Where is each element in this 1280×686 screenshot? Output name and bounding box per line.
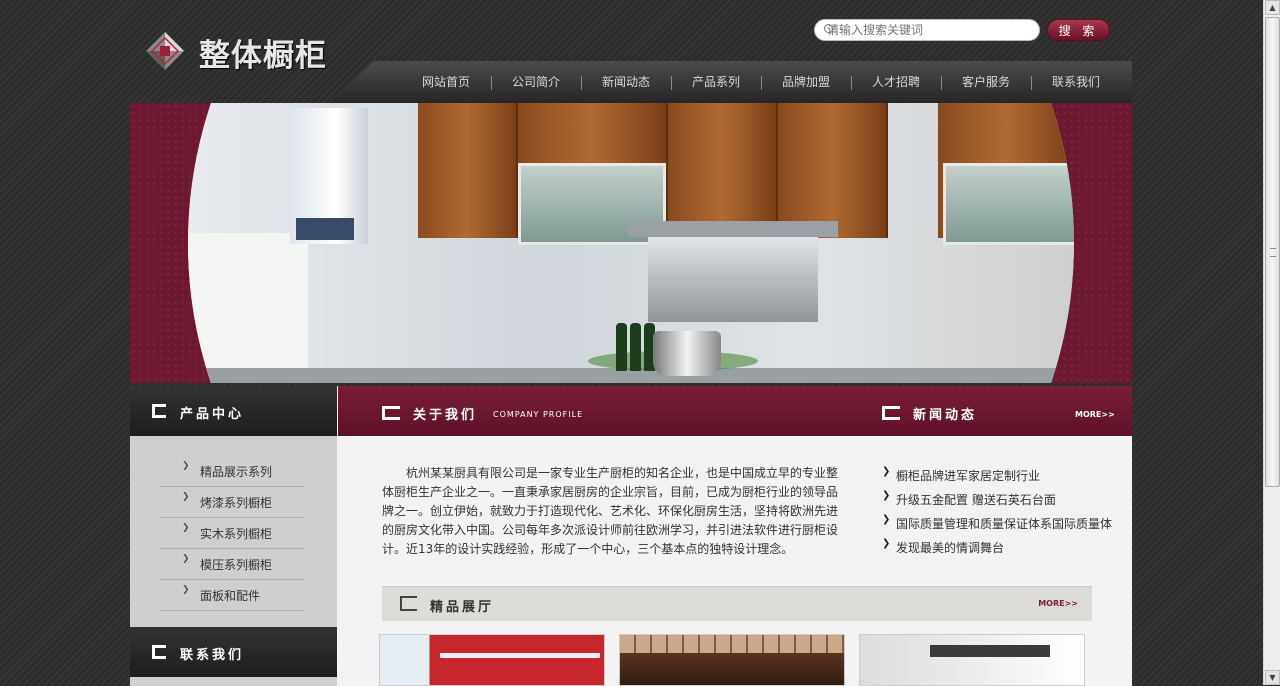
news-item[interactable]: ❯ 升级五金配置 赠送石英石台面 (882, 488, 1122, 512)
chevron-right-icon: ❯ (882, 466, 891, 477)
showroom-title: 精品展厅 (430, 600, 495, 615)
search-input[interactable] (827, 21, 1027, 39)
logo-text: 整体橱柜 (199, 38, 327, 74)
main-navigation: 网站首页 公司简介 新闻动态 产品系列 品牌加盟 人才招聘 客户服务 联系我们 (330, 61, 1132, 103)
hero-banner (130, 103, 1132, 383)
category-label: 精品展示系列 (200, 465, 273, 479)
left-sidebar: 产品中心 ❯ 精品展示系列 ❯ 烤漆系列橱柜 ❯ 实木系列橱柜 ❯ 模压系列橱柜… (130, 386, 337, 686)
chevron-right-icon: ❯ (182, 461, 190, 471)
chevron-right-icon: ❯ (182, 554, 190, 564)
page-wrapper: 整体橱柜 搜 索 网站首页 公司简介 新闻动态 产品系列 品牌加盟 人才招聘 客… (130, 0, 1132, 686)
nav-item-products[interactable]: 产品系列 (671, 61, 761, 103)
news-item[interactable]: ❯ 国际质量管理和质量保证体系国际质量体 (882, 512, 1122, 536)
nav-item-contact[interactable]: 联系我们 (1031, 61, 1121, 103)
search-box (814, 19, 1040, 41)
contact-icon (152, 645, 166, 659)
category-item[interactable]: ❯ 精品展示系列 (160, 456, 305, 487)
main-content: 关于我们 COMPANY PROFILE 新闻动态 MORE>> 杭州某某厨具有… (337, 386, 1132, 686)
news-list: ❯ 橱柜品牌进军家居定制行业 ❯ 升级五金配置 赠送石英石台面 ❯ 国际质量管理… (882, 464, 1122, 560)
news-item[interactable]: ❯ 发现最美的情调舞台 (882, 536, 1122, 560)
scrollbar-thumb[interactable] (1265, 17, 1280, 487)
products-icon (152, 404, 166, 418)
nav-item-service[interactable]: 客户服务 (941, 61, 1031, 103)
news-more-link[interactable]: MORE>> (1075, 410, 1115, 419)
about-title: 关于我们 (413, 408, 478, 423)
about-subtitle: COMPANY PROFILE (493, 410, 584, 419)
showroom-thumbnail[interactable] (619, 634, 845, 686)
nav-item-home[interactable]: 网站首页 (401, 61, 491, 103)
news-label: 国际质量管理和质量保证体系国际质量体 (896, 517, 1113, 531)
news-title: 新闻动态 (913, 408, 978, 423)
products-title: 产品中心 (180, 407, 245, 422)
category-label: 模压系列橱柜 (200, 558, 273, 572)
chevron-right-icon: ❯ (182, 585, 190, 595)
news-label: 橱柜品牌进军家居定制行业 (896, 469, 1041, 483)
category-item[interactable]: ❯ 模压系列橱柜 (160, 549, 305, 580)
category-label: 烤漆系列橱柜 (200, 496, 273, 510)
diamond-logo-icon (146, 32, 184, 70)
nav-item-jobs[interactable]: 人才招聘 (851, 61, 941, 103)
showroom-thumbnail[interactable] (859, 634, 1085, 686)
product-category-list: ❯ 精品展示系列 ❯ 烤漆系列橱柜 ❯ 实木系列橱柜 ❯ 模压系列橱柜 ❯ 面板… (160, 456, 305, 611)
chevron-right-icon: ❯ (182, 523, 190, 533)
category-label: 实木系列橱柜 (200, 527, 273, 541)
about-paragraph: 杭州某某厨具有限公司是一家专业生产厨柜的知名企业，也是中国成立早的专业整体厨柜生… (382, 466, 839, 556)
showroom-more-link[interactable]: MORE>> (1038, 599, 1078, 608)
category-item[interactable]: ❯ 面板和配件 (160, 580, 305, 611)
scroll-down-icon[interactable]: ▼ (1265, 670, 1280, 685)
scroll-up-icon[interactable]: ▲ (1265, 0, 1280, 15)
chevron-right-icon: ❯ (882, 514, 891, 525)
news-icon (882, 406, 900, 420)
chevron-right-icon: ❯ (182, 492, 190, 502)
news-label: 升级五金配置 赠送石英石台面 (896, 493, 1056, 507)
search-button[interactable]: 搜 索 (1047, 19, 1110, 41)
showroom-icon (400, 596, 417, 611)
contact-header: 联系我们 (130, 627, 337, 677)
contact-title: 联系我们 (180, 648, 245, 663)
about-icon (382, 406, 400, 420)
showroom-thumbnail[interactable] (379, 634, 605, 686)
products-header: 产品中心 (130, 386, 337, 436)
nav-item-about[interactable]: 公司简介 (491, 61, 581, 103)
chevron-right-icon: ❯ (882, 490, 891, 501)
news-item[interactable]: ❯ 橱柜品牌进军家居定制行业 (882, 464, 1122, 488)
showroom-header: 精品展厅 MORE>> (382, 586, 1092, 621)
category-item[interactable]: ❯ 实木系列橱柜 (160, 518, 305, 549)
nav-item-news[interactable]: 新闻动态 (581, 61, 671, 103)
vertical-scrollbar[interactable]: ▲ ▼ (1263, 0, 1280, 685)
category-item[interactable]: ❯ 烤漆系列橱柜 (160, 487, 305, 518)
kitchen-photo (188, 103, 1074, 383)
news-label: 发现最美的情调舞台 (896, 541, 1005, 555)
category-label: 面板和配件 (200, 589, 261, 603)
nav-item-franchise[interactable]: 品牌加盟 (761, 61, 851, 103)
chevron-right-icon: ❯ (882, 538, 891, 549)
section-header: 关于我们 COMPANY PROFILE 新闻动态 MORE>> (338, 386, 1132, 436)
